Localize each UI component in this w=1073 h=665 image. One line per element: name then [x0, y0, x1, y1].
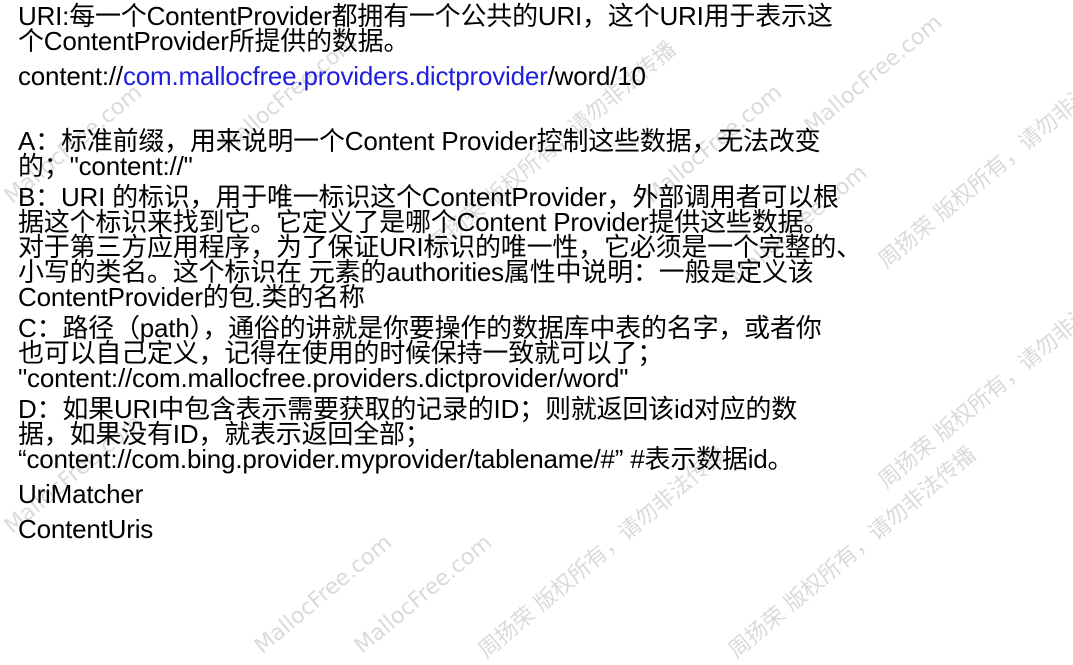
text-line: 个ContentProvider所提供的数据。 — [18, 26, 410, 56]
uri-path: /word/10 — [547, 61, 646, 91]
text-line: 的；"content://" — [18, 151, 193, 181]
uri-intro: URI:每一个ContentProvider都拥有一个公共的URI，这个URI用… — [18, 3, 1068, 56]
text-line: “content://com.bing.provider.myprovider/… — [18, 444, 794, 474]
example-uri: content://com.mallocfree.providers.dictp… — [18, 61, 1068, 91]
watermark-text: MallocFree.com — [250, 530, 398, 660]
section-d: D：如果URI中包含表示需要获取的记录的ID；则就返回该id对应的数 据，如果没… — [18, 396, 1068, 474]
section-b: B：URI 的标识，用于唯一标识这个ContentProvider，外部调用者可… — [18, 184, 1068, 312]
text-line: "content://com.mallocfree.providers.dict… — [18, 363, 629, 393]
uri-authority-link[interactable]: com.mallocfree.providers.dictprovider — [123, 61, 548, 91]
text-line: ContentProvider的包.类的名称 — [18, 282, 365, 312]
section-c: C：路径（path），通俗的讲就是你要操作的数据库中表的名字，或者你 也可以自己… — [18, 315, 1068, 393]
document-content: URI:每一个ContentProvider都拥有一个公共的URI，这个URI用… — [18, 3, 1068, 544]
section-a: A：标准前缀，用来说明一个Content Provider控制这些数据，无法改变… — [18, 128, 1068, 181]
class-content-uris: ContentUris — [18, 514, 154, 544]
class-uri-matcher: UriMatcher — [18, 479, 144, 509]
uri-prefix: content:// — [18, 61, 123, 91]
watermark-text: MallocFree.com — [350, 530, 498, 660]
